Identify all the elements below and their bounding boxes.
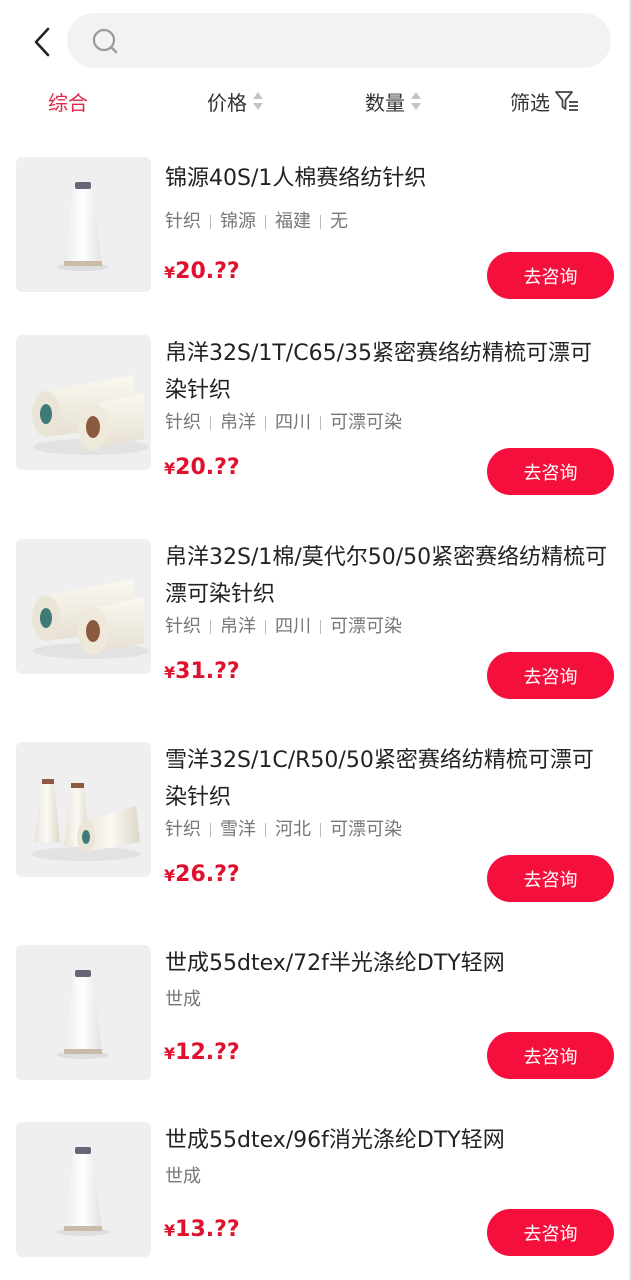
search-bar[interactable] xyxy=(67,13,611,70)
product-title[interactable]: 世成55dtex/72f半光涤纶DTY轻网 xyxy=(165,945,610,982)
tag-divider xyxy=(265,823,266,837)
product-tag: 锦源 xyxy=(220,211,256,232)
sort-quantity-label: 数量 xyxy=(365,90,405,115)
product-tag: 针织 xyxy=(165,412,201,433)
product-title[interactable]: 帛洋32S/1T/C65/35紧密赛络纺精梳可漂可染针织 xyxy=(165,335,610,409)
product-price: ¥12.?? xyxy=(164,1040,240,1065)
consult-button[interactable]: 去咨询 xyxy=(487,652,614,699)
price-currency: ¥ xyxy=(164,866,176,885)
product-tags: 世成 xyxy=(165,985,201,1011)
product-tag: 雪洋 xyxy=(220,819,256,840)
sort-comprehensive[interactable]: 综合 xyxy=(48,86,88,116)
tag-divider xyxy=(210,416,211,430)
tag-divider xyxy=(265,416,266,430)
consult-button[interactable]: 去咨询 xyxy=(487,855,614,902)
price-value: 20.?? xyxy=(175,455,240,480)
sort-price[interactable]: 价格 xyxy=(207,86,263,116)
search-input[interactable] xyxy=(127,13,591,70)
consult-button[interactable]: 去咨询 xyxy=(487,1032,614,1079)
product-price: ¥26.?? xyxy=(164,862,240,887)
product-title[interactable]: 锦源40S/1人棉赛络纺针织 xyxy=(165,160,610,197)
product-tag: 四川 xyxy=(275,616,311,637)
product-tag: 针织 xyxy=(165,819,201,840)
tag-divider xyxy=(210,215,211,229)
chevron-left-icon xyxy=(34,27,50,57)
sort-price-label: 价格 xyxy=(207,90,247,115)
tag-divider xyxy=(210,620,211,634)
product-image[interactable] xyxy=(16,742,151,877)
product-tag: 福建 xyxy=(275,211,311,232)
price-currency: ¥ xyxy=(164,1044,176,1063)
product-price: ¥31.?? xyxy=(164,659,240,684)
product-tag: 无 xyxy=(330,211,348,232)
tag-divider xyxy=(320,416,321,430)
product-image[interactable] xyxy=(16,335,151,470)
product-price: ¥13.?? xyxy=(164,1217,240,1242)
product-tag: 帛洋 xyxy=(220,412,256,433)
tag-divider xyxy=(320,823,321,837)
product-title[interactable]: 世成55dtex/96f消光涤纶DTY轻网 xyxy=(165,1122,610,1159)
product-price: ¥20.?? xyxy=(164,259,240,284)
consult-button[interactable]: 去咨询 xyxy=(487,252,614,299)
product-tag: 可漂可染 xyxy=(330,412,402,433)
product-tags: 针织 帛洋 四川 可漂可染 xyxy=(165,408,402,434)
product-tags: 世成 xyxy=(165,1162,201,1188)
product-tag: 可漂可染 xyxy=(330,819,402,840)
product-tag: 四川 xyxy=(275,412,311,433)
tag-divider xyxy=(320,215,321,229)
consult-button[interactable]: 去咨询 xyxy=(487,1209,614,1256)
sort-arrows-icon xyxy=(411,91,421,111)
tag-divider xyxy=(320,620,321,634)
tag-divider xyxy=(265,215,266,229)
tag-divider xyxy=(210,823,211,837)
filter-icon xyxy=(555,91,578,111)
product-tag: 针织 xyxy=(165,616,201,637)
product-image[interactable] xyxy=(16,539,151,674)
sort-filter[interactable]: 筛选 xyxy=(510,86,580,116)
product-tags: 针织 雪洋 河北 可漂可染 xyxy=(165,815,402,841)
product-price: ¥20.?? xyxy=(164,455,240,480)
header xyxy=(0,0,631,80)
sort-comprehensive-label: 综合 xyxy=(48,90,88,115)
search-icon xyxy=(92,28,118,54)
sort-quantity[interactable]: 数量 xyxy=(365,86,421,116)
product-tag: 帛洋 xyxy=(220,616,256,637)
product-title[interactable]: 帛洋32S/1棉/莫代尔50/50紧密赛络纺精梳可漂可染针织 xyxy=(165,539,610,613)
product-image[interactable] xyxy=(16,945,151,1080)
product-title[interactable]: 雪洋32S/1C/R50/50紧密赛络纺精梳可漂可染针织 xyxy=(165,742,610,816)
product-tag: 世成 xyxy=(165,989,201,1010)
price-value: 26.?? xyxy=(175,862,240,887)
product-tag: 世成 xyxy=(165,1166,201,1187)
sort-filter-label: 筛选 xyxy=(510,90,550,115)
back-button[interactable] xyxy=(22,22,62,62)
product-tags: 针织 帛洋 四川 可漂可染 xyxy=(165,612,402,638)
consult-button[interactable]: 去咨询 xyxy=(487,448,614,495)
price-value: 13.?? xyxy=(175,1217,240,1242)
price-currency: ¥ xyxy=(164,1221,176,1240)
product-tag: 河北 xyxy=(275,819,311,840)
price-value: 31.?? xyxy=(175,659,240,684)
product-image[interactable] xyxy=(16,1122,151,1257)
tag-divider xyxy=(265,620,266,634)
sort-bar: 综合 价格 数量 筛选 xyxy=(0,80,631,122)
product-tag: 可漂可染 xyxy=(330,616,402,637)
price-currency: ¥ xyxy=(164,663,176,682)
product-image[interactable] xyxy=(16,157,151,292)
price-currency: ¥ xyxy=(164,263,176,282)
product-tag: 针织 xyxy=(165,211,201,232)
price-value: 12.?? xyxy=(175,1040,240,1065)
sort-arrows-icon xyxy=(253,91,263,111)
price-value: 20.?? xyxy=(175,259,240,284)
price-currency: ¥ xyxy=(164,459,176,478)
product-tags: 针织 锦源 福建无 xyxy=(165,207,348,233)
